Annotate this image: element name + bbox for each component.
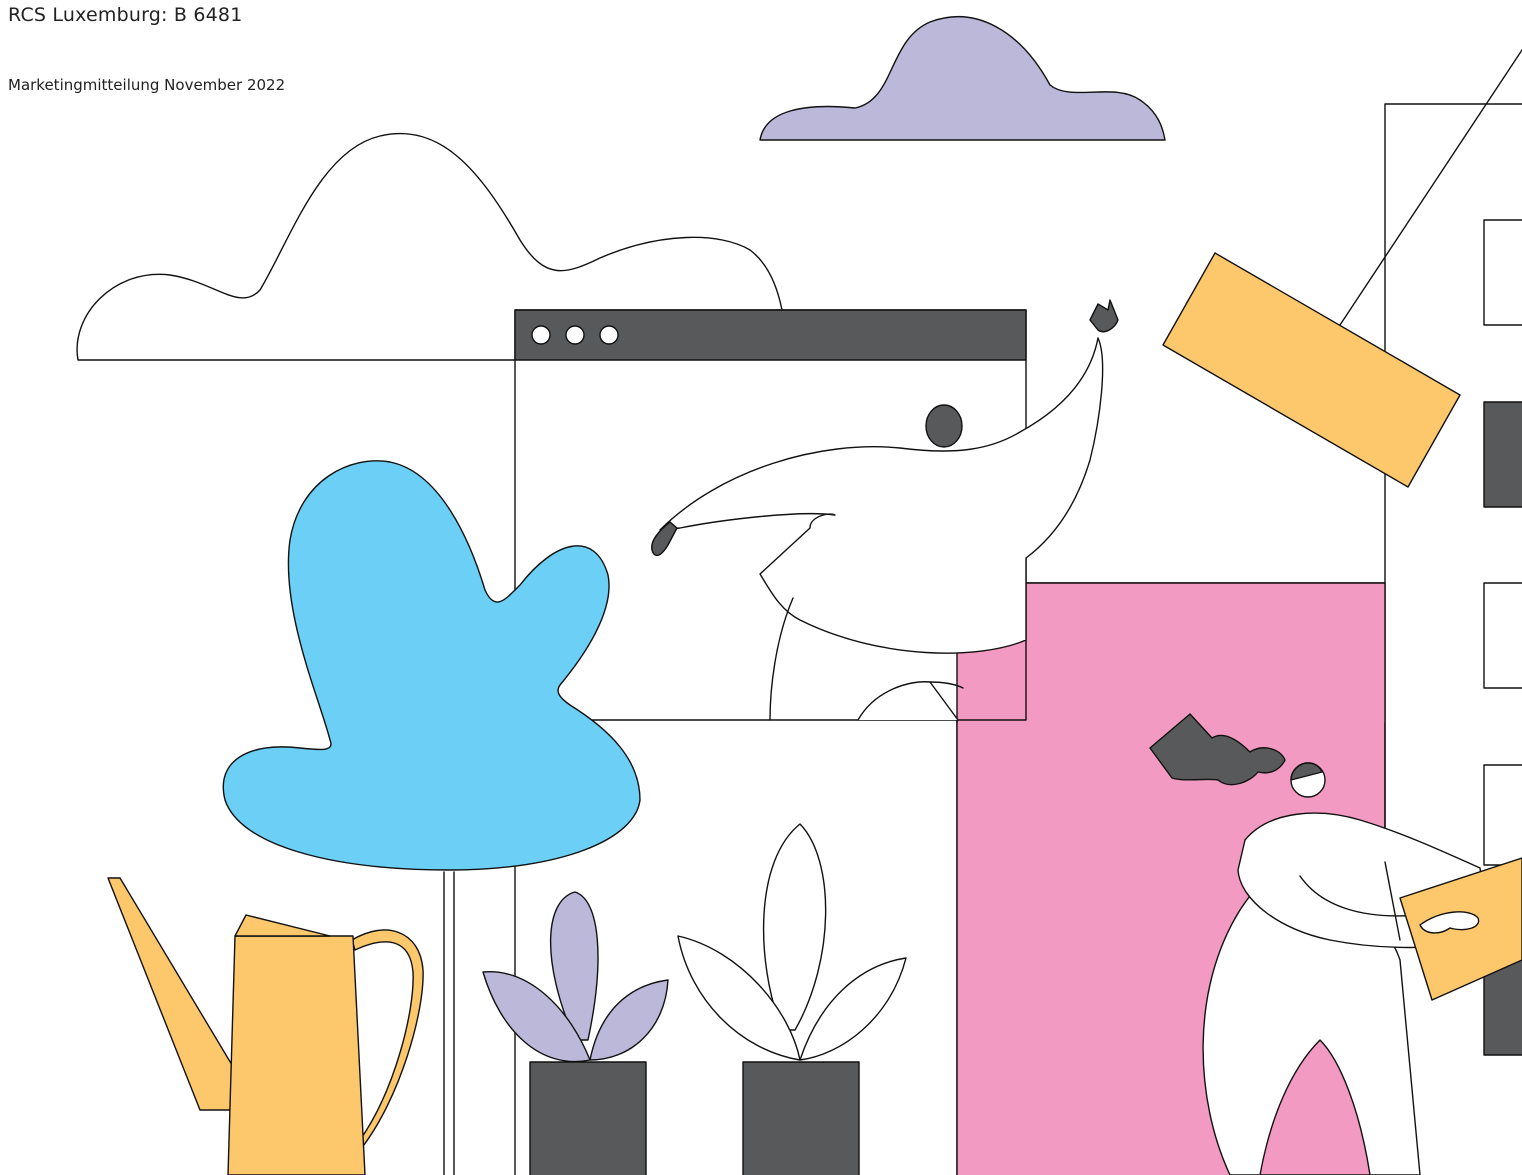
- white-plant-leaf: [762, 823, 827, 1031]
- window-dot-icon: [599, 325, 619, 345]
- yellow-tilted-card: [1162, 252, 1461, 488]
- building-outline: [1384, 103, 1522, 584]
- watering-can-spout: [107, 877, 236, 1111]
- tree-trunk: [443, 871, 455, 1175]
- browser-title-bar: [514, 309, 1027, 361]
- watering-can-body: [227, 935, 366, 1175]
- watering-can-lid: [234, 914, 331, 937]
- plant-pot: [742, 1061, 860, 1175]
- decorative-illustration: [76, 16, 1522, 1175]
- building-window: [1483, 219, 1522, 326]
- plant-pot: [529, 1061, 647, 1175]
- building-window: [1483, 582, 1522, 689]
- figure-head: [925, 404, 963, 448]
- figure-hand-icon: [1089, 299, 1119, 333]
- window-dot-icon: [565, 325, 585, 345]
- lavender-plant-leaf: [589, 979, 669, 1061]
- lavender-cloud: [759, 16, 1166, 141]
- building-window-dark: [1483, 401, 1522, 508]
- pink-step: [1026, 583, 1385, 723]
- window-dot-icon: [531, 325, 551, 345]
- building-window: [1483, 764, 1522, 866]
